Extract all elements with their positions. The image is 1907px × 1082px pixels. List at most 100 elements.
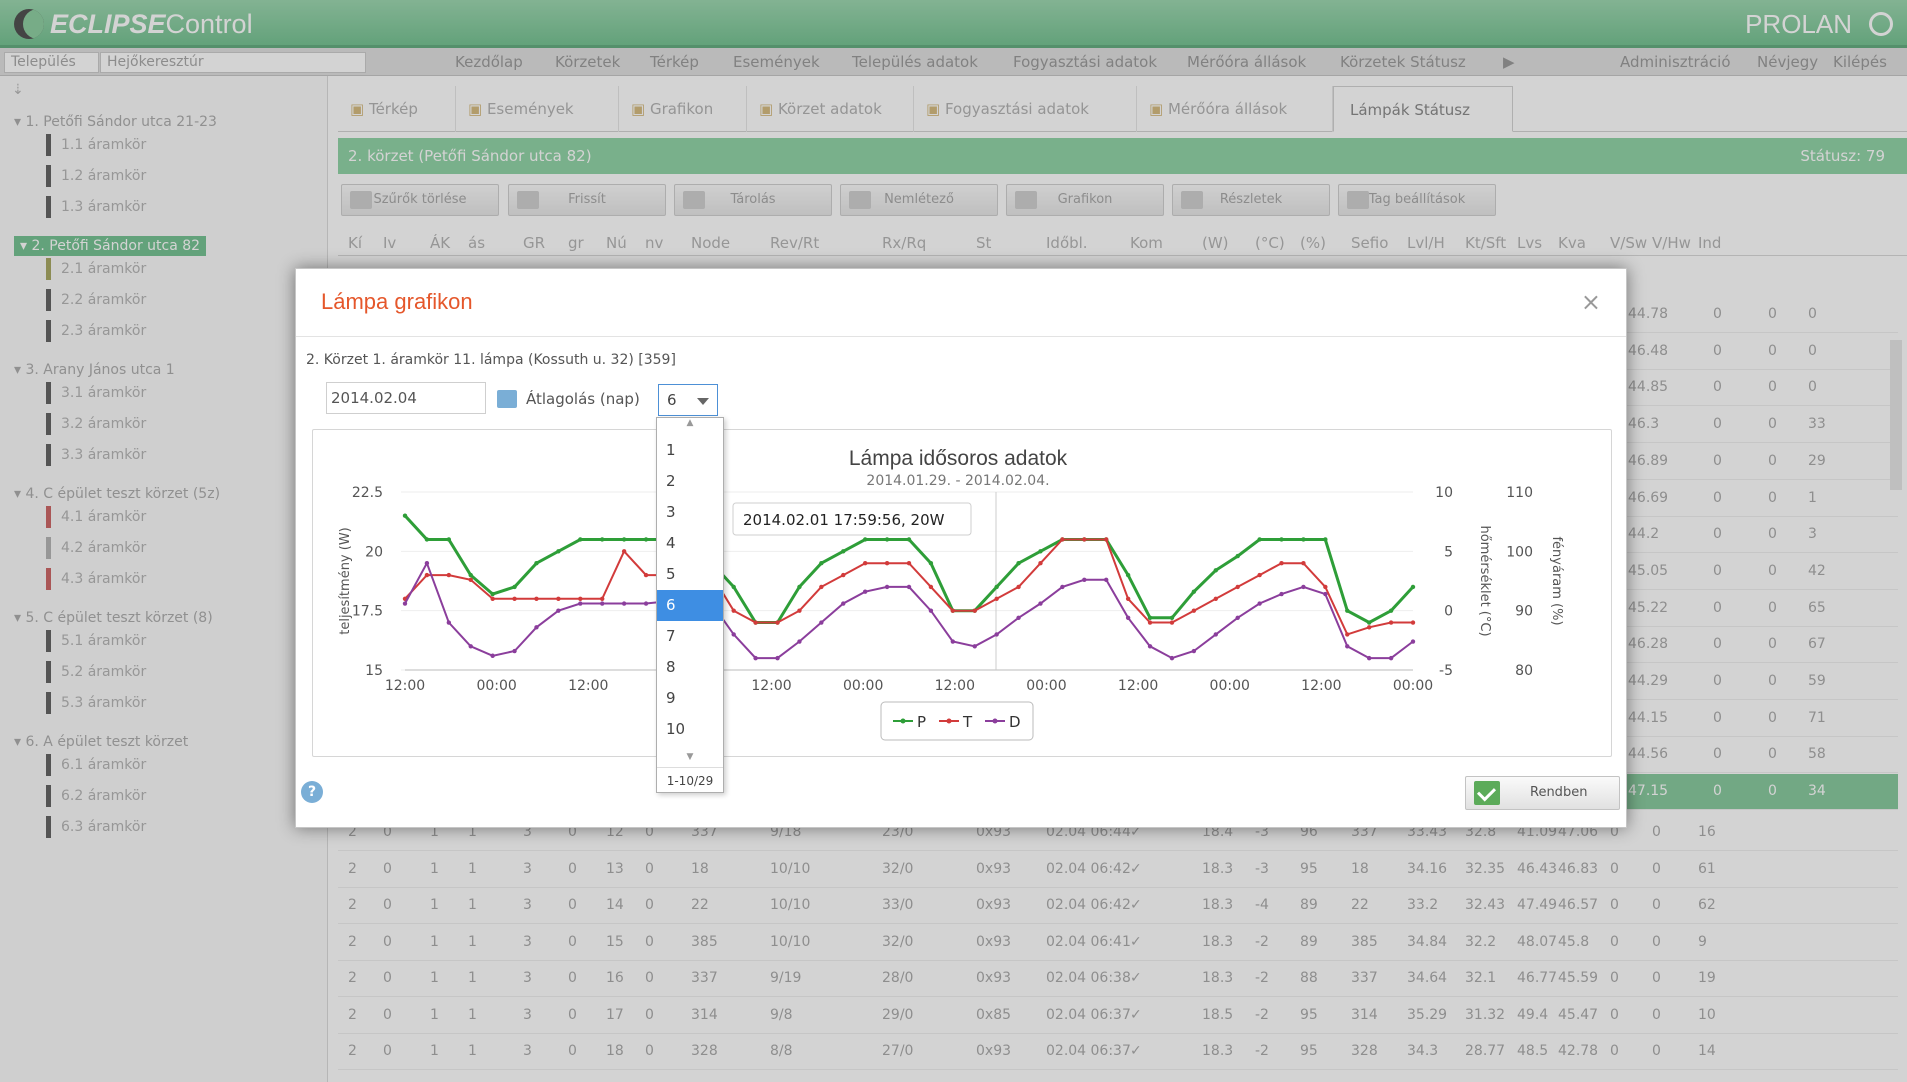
point-P[interactable] (1169, 615, 1175, 620)
tree-leaf[interactable]: 4.1 áramkör (46, 506, 146, 528)
point-D[interactable] (928, 608, 934, 613)
tree-node[interactable]: ▾ 5. C épület teszt körzet (8) (14, 610, 213, 626)
averaging-select[interactable]: 6 (658, 384, 718, 416)
column-header[interactable]: (W) (1202, 234, 1229, 252)
point-T[interactable] (731, 608, 736, 613)
point-D[interactable] (994, 632, 999, 637)
table-row[interactable]: 2 0 1 1 3 0 14 0 22 10/10 33/0 0x93 02.04 06:42 ✓ 18.3… (338, 888, 1898, 924)
column-header[interactable]: (°C) (1255, 234, 1285, 252)
point-D[interactable] (1257, 601, 1262, 606)
point-T[interactable] (446, 572, 452, 578)
point-T[interactable] (1213, 596, 1218, 601)
point-D[interactable] (862, 589, 868, 594)
point-P[interactable] (1345, 608, 1350, 613)
column-header[interactable]: (%) (1300, 234, 1326, 252)
point-T[interactable] (424, 572, 430, 578)
point-D[interactable] (556, 608, 561, 613)
point-T[interactable] (1257, 572, 1262, 578)
table-row[interactable]: 2 0 1 1 3 0 16 0 337 9/19 28/0 0x93 02.04 06:38 ✓ 18.3… (338, 961, 1898, 997)
point-T[interactable] (1366, 625, 1372, 630)
point-D[interactable] (534, 625, 539, 630)
point-P[interactable] (556, 549, 561, 554)
point-T[interactable] (1038, 561, 1043, 566)
dropdown-option[interactable]: 1 (657, 435, 723, 466)
menu-more-icon[interactable]: ▶ (1503, 53, 1515, 71)
point-D[interactable] (1104, 577, 1109, 583)
table-scrollbar[interactable] (1890, 300, 1902, 1060)
toolbar-button[interactable]: Grafikon (1006, 184, 1164, 216)
point-D[interactable] (1082, 577, 1087, 583)
tree-leaf[interactable]: 1.1 áramkör (46, 134, 146, 156)
point-T[interactable] (512, 596, 517, 601)
tab[interactable]: ▣ Fogyasztási adatok (914, 86, 1137, 132)
point-D[interactable] (1366, 655, 1372, 661)
point-D[interactable] (1016, 615, 1021, 620)
point-D[interactable] (797, 639, 802, 644)
point-D[interactable] (468, 644, 473, 649)
tab[interactable]: ▣ Mérőóra állások (1137, 86, 1333, 132)
menu-item-right[interactable]: Névjegy (1757, 53, 1818, 71)
toolbar-button[interactable]: Tárolás (674, 184, 832, 216)
tree-leaf[interactable]: 6.3 áramkör (46, 816, 146, 838)
point-D[interactable] (906, 584, 912, 590)
point-P[interactable] (600, 537, 605, 542)
dropdown-option[interactable]: 4 (657, 528, 723, 559)
scroll-down-icon[interactable]: ▼ (657, 752, 723, 764)
point-D[interactable] (1191, 648, 1197, 654)
tree-leaf[interactable]: 2.3 áramkör (46, 320, 146, 342)
point-D[interactable] (841, 601, 846, 606)
point-D[interactable] (884, 584, 890, 590)
legend-label-D[interactable]: D (1009, 713, 1021, 731)
tab[interactable]: Lámpák Státusz (1333, 86, 1513, 132)
tree-expand-icon[interactable]: ▾ (14, 610, 25, 626)
table-row[interactable]: 2 0 1 1 3 0 17 0 314 9/8 29/0 0x85 02.04 06:37 ✓ 18.5 -… (338, 998, 1898, 1034)
tree-leaf[interactable]: 2.1 áramkör (46, 258, 146, 280)
point-T[interactable] (1082, 537, 1087, 542)
dropdown-option[interactable]: 10 (657, 714, 723, 745)
point-T[interactable] (490, 596, 495, 601)
legend-marker-T[interactable] (946, 718, 952, 724)
tree-leaf[interactable]: 5.3 áramkör (46, 692, 146, 714)
menu-item[interactable]: Kezdőlap (455, 53, 523, 71)
menu-item[interactable]: Mérőóra állások (1187, 53, 1306, 71)
point-D[interactable] (1169, 655, 1175, 661)
legend-label-T[interactable]: T (962, 713, 973, 731)
point-T[interactable] (1410, 620, 1416, 625)
tree-leaf[interactable]: 3.1 áramkör (46, 382, 146, 404)
tree-expand-icon[interactable]: ▾ (14, 734, 25, 750)
point-T[interactable] (1191, 608, 1197, 613)
point-P[interactable] (1016, 561, 1021, 566)
point-P[interactable] (1147, 615, 1153, 620)
column-header[interactable]: Rev/Rt (770, 234, 819, 252)
column-header[interactable]: Kva (1558, 234, 1586, 252)
menu-item[interactable]: Település adatok (852, 53, 978, 71)
calendar-icon[interactable] (497, 390, 517, 408)
point-T[interactable] (994, 596, 999, 601)
point-T[interactable] (1125, 596, 1131, 601)
point-D[interactable] (1279, 591, 1284, 597)
point-T[interactable] (906, 561, 912, 566)
tab[interactable]: ▣ Körzet adatok (747, 86, 914, 132)
point-D[interactable] (731, 632, 736, 637)
tree-node[interactable]: ▾ 2. Petőfi Sándor utca 82 (14, 236, 207, 256)
point-T[interactable] (578, 596, 583, 601)
dropdown-option[interactable]: 3 (657, 497, 723, 528)
tree-collapse-icon[interactable]: ⇣ (12, 82, 24, 98)
point-P[interactable] (1301, 537, 1306, 542)
point-D[interactable] (1345, 644, 1350, 649)
point-D[interactable] (950, 639, 956, 644)
table-row[interactable]: 2 0 1 1 3 0 18 0 328 8/8 27/0 0x93 02.04 06:37 ✓ 18.3 -… (338, 1034, 1898, 1070)
point-P[interactable] (731, 584, 736, 590)
point-P[interactable] (468, 572, 473, 578)
point-T[interactable] (841, 572, 846, 578)
point-T[interactable] (775, 620, 780, 625)
point-T[interactable] (1147, 620, 1153, 625)
point-D[interactable] (621, 601, 627, 606)
dropdown-option[interactable]: 6 (657, 590, 723, 621)
column-header[interactable]: Időbl. (1046, 234, 1088, 252)
dropdown-option[interactable]: 2 (657, 466, 723, 497)
column-header[interactable]: GR (523, 234, 545, 252)
point-D[interactable] (600, 601, 605, 606)
point-T[interactable] (534, 596, 539, 601)
city-select[interactable]: Hejőkeresztúr (100, 52, 366, 73)
